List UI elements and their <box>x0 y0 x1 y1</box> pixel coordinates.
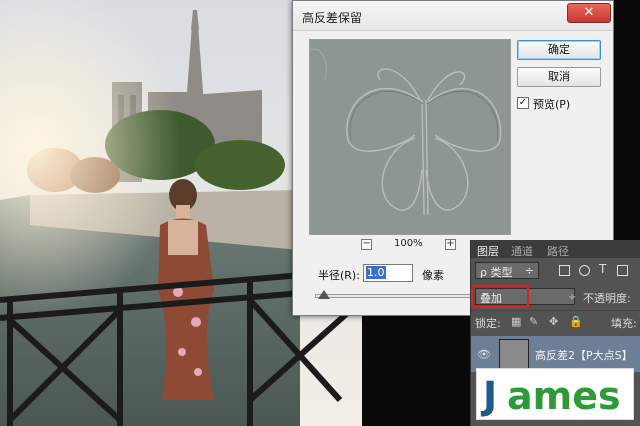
layer-thumbnail[interactable] <box>499 339 529 369</box>
watermark-logo: J ames <box>476 368 634 420</box>
lock-brush-icon[interactable]: ✎ <box>529 316 538 327</box>
zoom-in-icon[interactable]: + <box>445 239 456 250</box>
filter-label: ρ 类型 <box>480 266 513 279</box>
opacity-label: 不透明度: <box>583 292 631 305</box>
lock-row: 锁定: ▦ ✎ ✥ 🔒 填充: <box>471 310 640 332</box>
blend-row: 叠加 ÷ 不透明度: <box>471 284 640 308</box>
close-icon[interactable]: ✕ <box>567 3 611 23</box>
dialog-title: 高反差保留 <box>293 1 613 31</box>
filter-preview[interactable] <box>309 39 511 235</box>
layer-filter-row: ρ 类型 ÷ T <box>471 260 640 282</box>
layers-tabs: 图层 通道 路径 <box>471 240 640 258</box>
ok-button[interactable]: 确定 <box>517 40 601 60</box>
layer-row[interactable]: 👁 高反差2【P大点S】 <box>471 336 640 372</box>
butterfly-relief-preview <box>310 40 510 234</box>
lock-move-icon[interactable]: ✥ <box>549 316 558 327</box>
radius-unit: 像素 <box>422 269 444 282</box>
preview-label: 预览(P) <box>533 98 571 111</box>
tab-channels[interactable]: 通道 <box>511 243 533 259</box>
preview-checkbox[interactable]: ✓ <box>517 97 529 109</box>
tab-paths[interactable]: 路径 <box>547 243 569 259</box>
shape-filter-icon[interactable] <box>617 265 628 276</box>
svg-text:ames: ames <box>507 374 621 418</box>
lock-transparent-icon[interactable]: ▦ <box>511 316 521 327</box>
chevron-down-icon: ÷ <box>568 292 577 303</box>
layer-filter-select[interactable]: ρ 类型 ÷ <box>475 262 539 279</box>
image-filter-icon[interactable] <box>559 265 570 276</box>
zoom-value: 100% <box>394 238 423 249</box>
eye-icon[interactable]: 👁 <box>477 348 491 361</box>
zoom-out-icon[interactable]: − <box>361 239 372 250</box>
lock-label: 锁定: <box>475 317 501 330</box>
lock-all-icon[interactable]: 🔒 <box>569 316 583 327</box>
svg-text:J: J <box>480 374 497 418</box>
radius-slider-thumb[interactable] <box>318 290 330 299</box>
type-filter-icon[interactable]: T <box>599 262 606 276</box>
radius-slider[interactable] <box>315 294 475 298</box>
layer-name[interactable]: 高反差2【P大点S】 <box>535 347 633 363</box>
radius-input[interactable]: 1.0 <box>363 264 413 282</box>
filter-arrow-icon: ÷ <box>524 264 534 277</box>
zoom-controls: − 100% + <box>357 238 467 253</box>
james-logo: J ames <box>480 374 621 418</box>
cancel-button[interactable]: 取消 <box>517 67 601 87</box>
tab-layers[interactable]: 图层 <box>477 243 499 259</box>
radius-label: 半径(R): <box>318 269 360 282</box>
blend-mode-highlight <box>471 285 529 308</box>
fill-label: 填充: <box>611 317 637 330</box>
radius-value: 1.0 <box>366 266 386 279</box>
adjustment-filter-icon[interactable] <box>579 265 590 276</box>
